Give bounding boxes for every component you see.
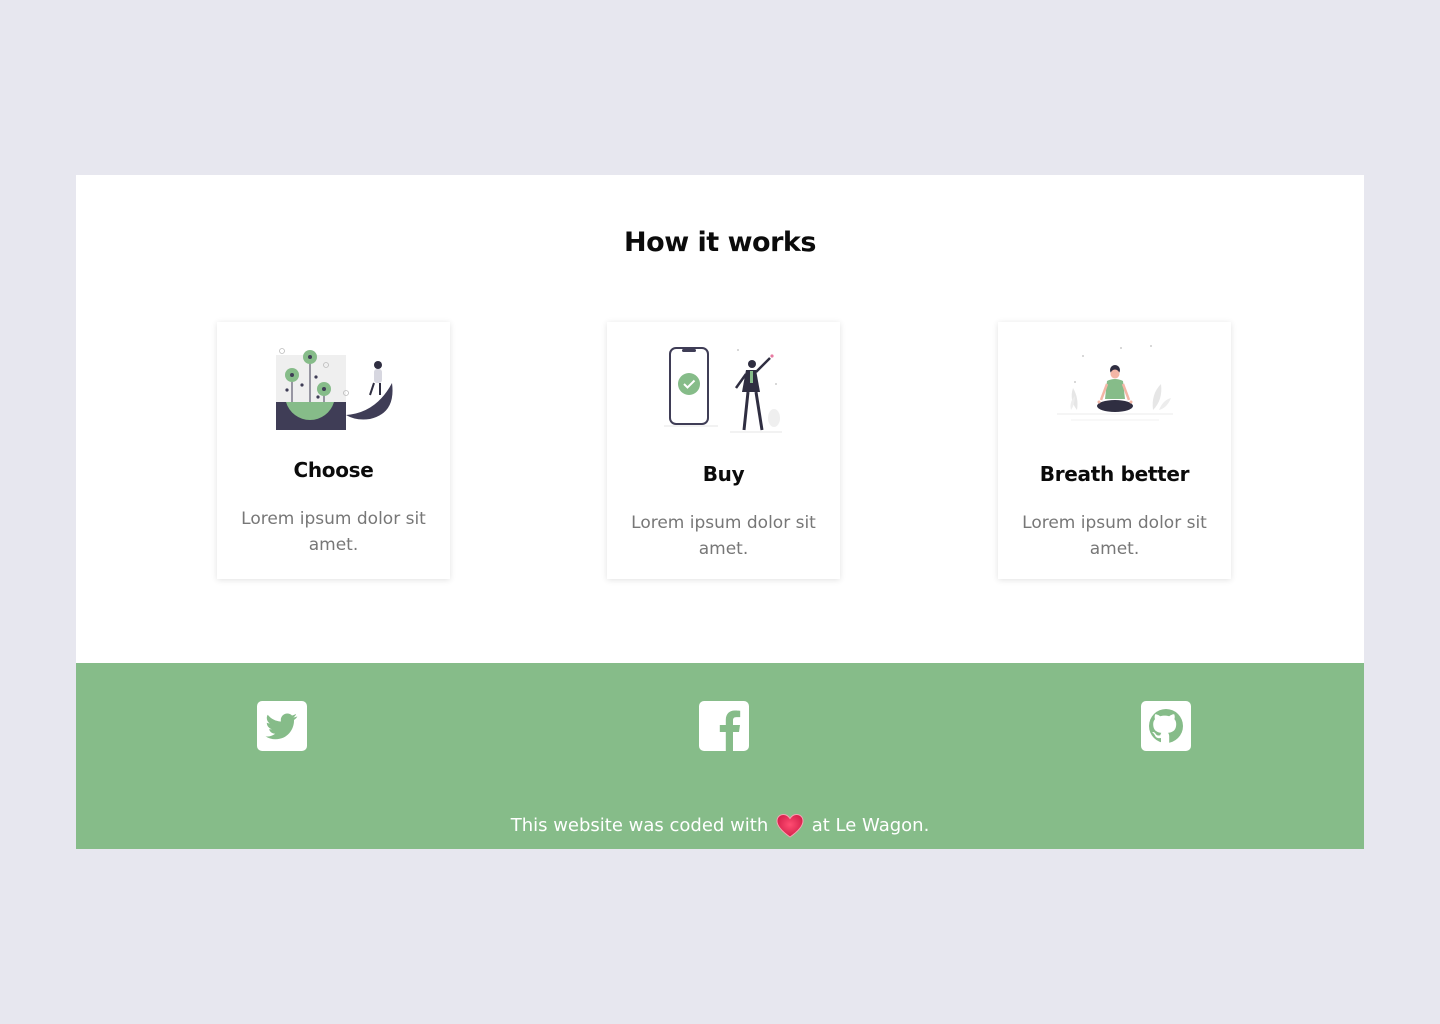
card-breath-better: Breath better Lorem ipsum dolor sit amet… [998,322,1231,579]
section-title: How it works [624,227,816,258]
footer-text-after: at Le Wagon. [811,815,930,836]
phone-checkout-illustration [607,342,840,442]
footer: This website was coded with at Le Wagon. [76,663,1364,849]
footer-credit: This website was coded with at Le Wagon. [76,813,1364,839]
page-frame: How it works Choose Lorem ipsum dolor si… [76,175,1364,849]
card-text: Lorem ipsum dolor sit amet. [1022,513,1207,559]
card-buy: Buy Lorem ipsum dolor sit amet. [607,322,840,579]
meditation-illustration [998,342,1231,442]
card-title: Breath better [1039,462,1190,486]
card-text: Lorem ipsum dolor sit amet. [631,513,816,559]
footer-text-before: This website was coded with [510,815,769,836]
heart-icon [776,813,804,838]
card-choose: Choose Lorem ipsum dolor sit amet. [217,322,450,579]
card-title: Buy [702,462,745,486]
facebook-icon[interactable] [699,701,749,751]
plant-garden-illustration [217,342,450,442]
card-text: Lorem ipsum dolor sit amet. [241,509,426,555]
twitter-icon[interactable] [257,701,307,751]
how-it-works-section: How it works Choose Lorem ipsum dolor si… [76,175,1364,663]
card-title: Choose [293,458,374,482]
github-icon[interactable] [1141,701,1191,751]
